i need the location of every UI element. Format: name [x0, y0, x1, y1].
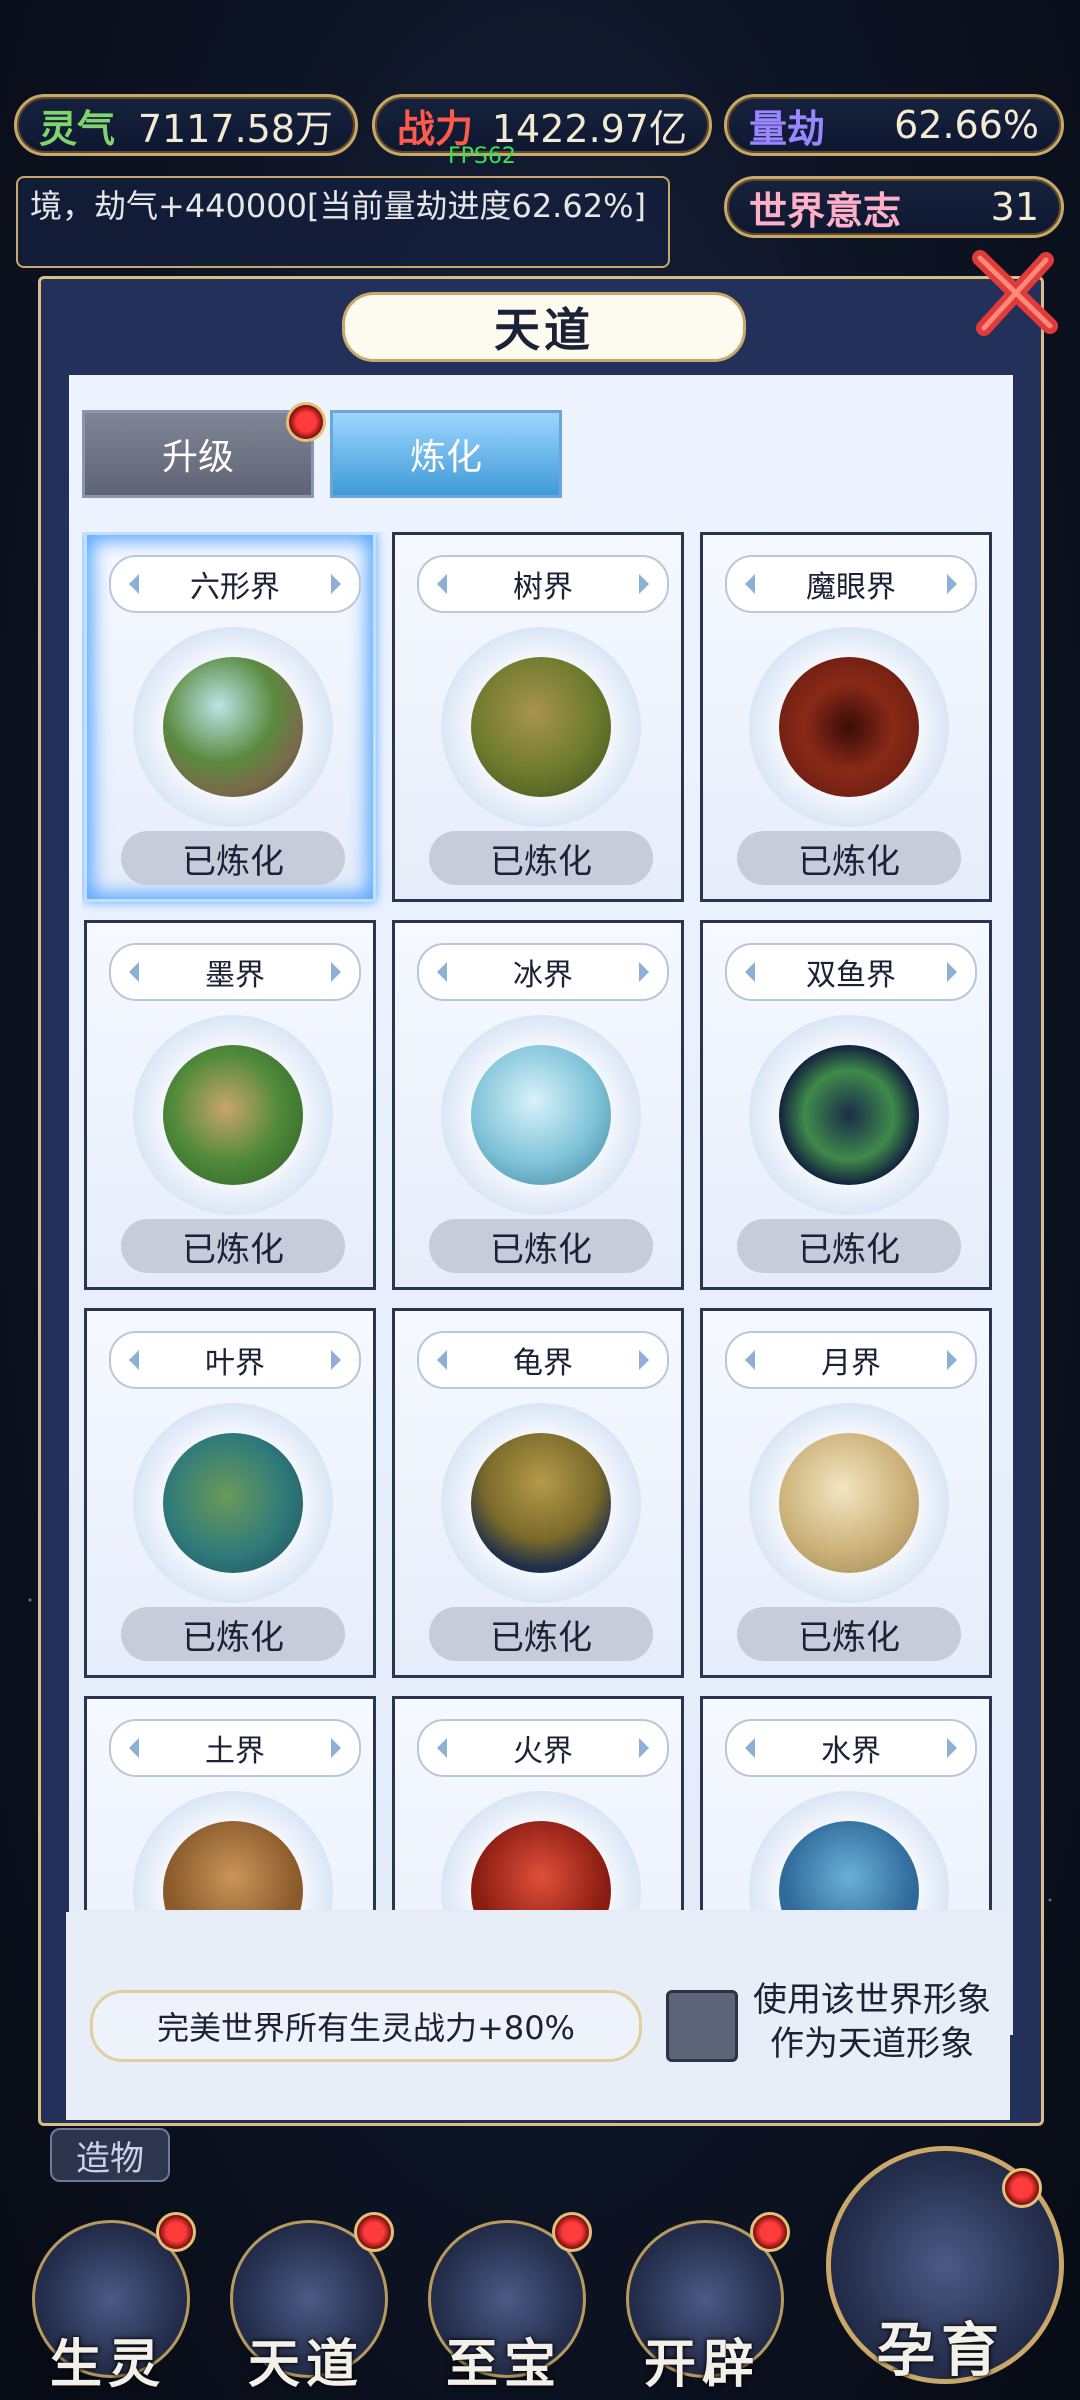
- status-badge: 已炼化: [737, 1607, 961, 1661]
- gui-planet-icon: [471, 1433, 611, 1573]
- use-world-image-label: 使用该世界形象作为天道形象: [753, 1980, 991, 2064]
- lingqi-label: 灵气: [39, 106, 116, 151]
- world-card-yue[interactable]: 月界 已炼化: [700, 1308, 992, 1678]
- world-name: 火界: [417, 1719, 669, 1777]
- mo-planet-icon: [163, 1045, 303, 1185]
- tab-upgrade-label: 升级: [161, 437, 234, 478]
- nav-label: 天道: [247, 2334, 364, 2395]
- world-card-mo[interactable]: 墨界 已炼化: [84, 920, 376, 1290]
- moyan-planet-icon: [779, 657, 919, 797]
- world-name: 六形界: [109, 555, 361, 613]
- lingqi-stat: 灵气 7117.58万: [14, 94, 358, 156]
- tab-refine[interactable]: 炼化: [330, 410, 562, 498]
- lingqi-value: 7117.58万: [137, 106, 333, 151]
- tab-refine-label: 炼化: [409, 437, 482, 478]
- nav-zhibao-button[interactable]: 至宝: [412, 2210, 596, 2396]
- bing-planet-icon: [471, 1045, 611, 1185]
- world-card-shuangyu[interactable]: 双鱼界 已炼化: [700, 920, 992, 1290]
- zhanli-value: 1422.97亿: [491, 106, 687, 151]
- status-badge: 已炼化: [429, 1607, 653, 1661]
- notification-dot-icon: [354, 2212, 394, 2252]
- ye-planet-icon: [163, 1433, 303, 1573]
- nav-label: 生灵: [49, 2334, 166, 2395]
- bonus-text: 完美世界所有生灵战力+80%: [90, 1990, 642, 2062]
- shu-planet-icon: [471, 657, 611, 797]
- event-log: 境，劫气+440000[当前量劫进度62.62%]: [16, 176, 670, 268]
- liangjie-label: 量劫: [749, 106, 826, 151]
- nav-label: 孕育: [876, 2316, 1005, 2384]
- notification-dot-icon: [1002, 2168, 1042, 2208]
- world-name: 土界: [109, 1719, 361, 1777]
- world-grid: 六形界 已炼化 树界 已炼化 魔眼界 已炼化 墨界 已炼化 冰界 已炼化 双鱼界…: [82, 532, 1002, 1910]
- world-name: 魔眼界: [725, 555, 977, 613]
- liuxing-planet-icon: [163, 657, 303, 797]
- nav-label: 开辟: [643, 2334, 760, 2395]
- world-card-ye[interactable]: 叶界 已炼化: [84, 1308, 376, 1678]
- nav-label: 至宝: [445, 2334, 562, 2395]
- zhanli-stat: 战力 1422.97亿: [372, 94, 712, 156]
- shuangyu-planet-icon: [779, 1045, 919, 1185]
- world-card-gui[interactable]: 龟界 已炼化: [392, 1308, 684, 1678]
- world-name: 双鱼界: [725, 943, 977, 1001]
- close-icon[interactable]: [968, 248, 1058, 338]
- world-name: 冰界: [417, 943, 669, 1001]
- world-card-moyan[interactable]: 魔眼界 已炼化: [700, 532, 992, 902]
- zaowu-button[interactable]: 造物: [50, 2128, 170, 2182]
- status-badge: 已炼化: [429, 1219, 653, 1273]
- notification-dot-icon: [156, 2212, 196, 2252]
- shijie-label: 世界意志: [749, 188, 902, 233]
- tab-upgrade[interactable]: 升级: [82, 410, 314, 498]
- world-card-shu[interactable]: 树界 已炼化: [392, 532, 684, 902]
- status-badge: 已炼化: [121, 831, 345, 885]
- status-badge: 已炼化: [429, 831, 653, 885]
- yue-planet-icon: [779, 1433, 919, 1573]
- nav-kaipi-button[interactable]: 开辟: [610, 2210, 794, 2396]
- nav-shengling-button[interactable]: 生灵: [16, 2210, 200, 2396]
- use-world-image-checkbox[interactable]: [666, 1990, 738, 2062]
- world-card-shui[interactable]: 水界: [700, 1696, 992, 1910]
- notification-dot-icon: [286, 402, 326, 442]
- liangjie-value: 62.66%: [894, 103, 1039, 147]
- fps-counter: FPS62: [448, 144, 516, 169]
- modal-title: 天道: [342, 292, 746, 362]
- status-badge: 已炼化: [737, 831, 961, 885]
- world-card-liuxing[interactable]: 六形界 已炼化: [84, 532, 376, 902]
- nav-tiandao-button[interactable]: 天道: [214, 2210, 398, 2396]
- world-name: 树界: [417, 555, 669, 613]
- world-card-bing[interactable]: 冰界 已炼化: [392, 920, 684, 1290]
- notification-dot-icon: [552, 2212, 592, 2252]
- notification-dot-icon: [750, 2212, 790, 2252]
- liangjie-stat: 量劫 62.66%: [724, 94, 1064, 156]
- status-badge: 已炼化: [121, 1607, 345, 1661]
- world-name: 墨界: [109, 943, 361, 1001]
- nav-yunyu-button[interactable]: 孕育: [816, 2140, 1066, 2394]
- shijie-value: 31: [990, 185, 1039, 229]
- world-card-huo[interactable]: 火界: [392, 1696, 684, 1910]
- status-badge: 已炼化: [121, 1219, 345, 1273]
- status-badge: 已炼化: [737, 1219, 961, 1273]
- world-name: 叶界: [109, 1331, 361, 1389]
- world-name: 水界: [725, 1719, 977, 1777]
- world-name: 月界: [725, 1331, 977, 1389]
- shijie-stat: 世界意志 31: [724, 176, 1064, 238]
- world-card-tu[interactable]: 土界: [84, 1696, 376, 1910]
- world-name: 龟界: [417, 1331, 669, 1389]
